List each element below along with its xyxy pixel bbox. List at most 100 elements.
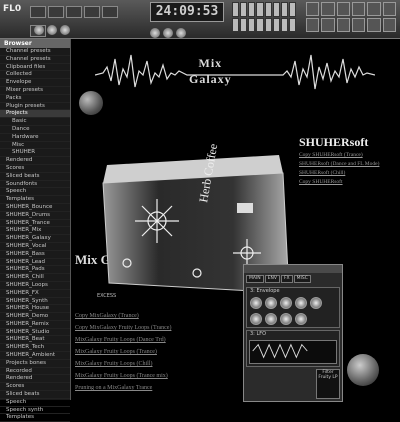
sustain-knob[interactable] [280,297,292,309]
stop-button[interactable] [163,28,173,38]
synth-plugin-window[interactable]: MAIN ENV FX MISC 3: Envelope 3: LFO Filt… [243,264,343,402]
browser-item[interactable]: Sliced beats [0,391,70,399]
master-volume-knob[interactable] [34,25,44,35]
window-shortcuts[interactable] [306,2,396,32]
browser-item[interactable]: SHUHER_Vocal [0,243,70,251]
browser-item[interactable]: SHUHER_Bounce [0,204,70,212]
plugin-tab[interactable]: MISC [293,275,311,283]
waveform-graphic [95,54,375,90]
browser-item[interactable]: Speech [0,188,70,197]
play-button[interactable] [150,28,160,38]
browser-item[interactable]: SHUHER_Remix [0,321,70,329]
menu-button[interactable] [84,6,100,18]
lfo-delay-knob[interactable] [280,313,292,325]
site-logo[interactable]: Mix Galaxy [189,55,232,87]
shuher-link[interactable]: Copy SHUHERsoft [299,179,399,188]
browser-item[interactable]: Dance [0,126,70,134]
browser-item[interactable]: Basic [0,118,70,126]
browser-item[interactable]: Plugin presets [0,103,70,111]
browser-item[interactable]: SHUHER_FX [0,290,70,298]
browser-item[interactable]: Projects [0,110,70,119]
browser-item[interactable]: SHUHER_Synth [0,298,70,306]
browser-item[interactable]: Rendered [0,157,70,165]
browser-item[interactable]: Templates [0,414,70,422]
lfo-shape-knob[interactable] [295,313,307,325]
shuher-link[interactable]: Copy SHUHERsoft (Trance) [299,152,399,161]
browser-list: Channel presets Channel presets Clipboard … [0,48,70,422]
menu-button[interactable] [102,6,118,18]
browser-item[interactable]: Templates [0,196,70,204]
browser-item[interactable]: SHUHER_Beat [0,336,70,345]
browser-header: Browser [0,39,70,48]
browser-item[interactable]: SHUHER_Pads [0,266,70,275]
mug-side-label: EXCESS [97,293,117,299]
browser-item[interactable]: Envelope [0,79,70,87]
browser-item[interactable]: Collected [0,71,70,80]
browser-item[interactable]: SHUHER_Demo [0,313,70,321]
lfo-label: 3: LFO [250,331,267,337]
filter-value: Fruity LP [318,375,338,380]
envelope-section: 3: Envelope [246,287,340,328]
app-logo[interactable]: FL0 [3,4,21,14]
lfo-rate-knob[interactable] [250,313,262,325]
planet-graphic [347,354,379,386]
shuher-heading: SHUHERsoft [299,135,369,149]
shuher-link[interactable]: SHUHERsoft (Chill) [299,170,399,179]
menu-bar[interactable] [30,3,130,37]
browser-item[interactable]: SHUHER_Galaxy [0,235,70,243]
browser-item[interactable]: Projects bones [0,360,70,368]
waveform-display[interactable] [249,340,337,364]
master-pitch-knob[interactable] [47,25,57,35]
plugin-titlebar[interactable] [244,265,342,273]
plugin-tab[interactable]: ENV [264,275,280,283]
browser-item[interactable]: Sliced beats [0,173,70,181]
browser-item[interactable]: SHUHER_Mix [0,227,70,236]
browser-item[interactable]: SHUHER_Bass [0,251,70,259]
browser-item[interactable]: SHUHER_Lead [0,259,70,267]
record-button[interactable] [176,28,186,38]
menu-button[interactable] [66,6,82,18]
browser-item[interactable]: Channel presets [0,48,70,56]
browser-item[interactable]: Scores [0,383,70,392]
pattern-pads[interactable] [232,2,296,32]
amount-knob[interactable] [310,297,322,309]
shuher-link[interactable]: SHUHERsoft (Dance and FL Mode) [299,161,399,170]
browser-panel: Browser Channel presets Channel presets Cl… [0,39,71,422]
plugin-tab[interactable]: MAIN [246,275,264,283]
browser-item[interactable]: Speech synth [0,407,70,415]
release-knob[interactable] [295,297,307,309]
browser-item[interactable]: SHUHER [0,149,70,158]
browser-item[interactable]: Misc [0,142,70,150]
browser-item[interactable]: Clipboard files [0,64,70,72]
filter-panel[interactable]: Filter Fruity LP [316,369,340,399]
browser-item[interactable]: SHUHER_Chill [0,274,70,282]
browser-item[interactable]: Channel presets [0,56,70,64]
browser-item[interactable]: SHUHER_Drums [0,212,70,220]
browser-item[interactable]: Hardware [0,134,70,142]
browser-item[interactable]: Mixer presets [0,87,70,95]
browser-item[interactable]: Rendered [0,375,70,384]
master-knobs [34,20,73,39]
shuher-link-list: Copy SHUHERsoft (Trance) SHUHERsoft (Danc… [299,152,399,188]
browser-item[interactable]: SHUHER_Ambient [0,352,70,360]
lfo-depth-knob[interactable] [265,313,277,325]
browser-item[interactable]: Scores [0,165,70,173]
browser-item[interactable]: Speech [0,399,70,407]
planet-graphic [79,91,103,115]
attack-knob[interactable] [250,297,262,309]
browser-item[interactable]: Packs [0,95,70,103]
browser-item[interactable]: SHUHER_Loops [0,282,70,290]
envelope-label: 3: Envelope [250,288,280,294]
plugin-tab[interactable]: FX [280,275,293,283]
browser-item[interactable]: SHUHER_Studio [0,329,70,337]
menu-button[interactable] [48,6,64,18]
browser-item[interactable]: SHUHER_House [0,305,70,314]
browser-item[interactable]: Recorded [0,368,70,376]
tempo-knob[interactable] [60,25,70,35]
browser-item[interactable]: SHUHER_Tech [0,344,70,353]
menu-button[interactable] [30,6,46,18]
decay-knob[interactable] [265,297,277,309]
browser-item[interactable]: SHUHER_Trance [0,220,70,228]
main-toolbar: FL0 24:09:53 [0,0,400,39]
browser-item[interactable]: Soundfonts [0,181,70,189]
